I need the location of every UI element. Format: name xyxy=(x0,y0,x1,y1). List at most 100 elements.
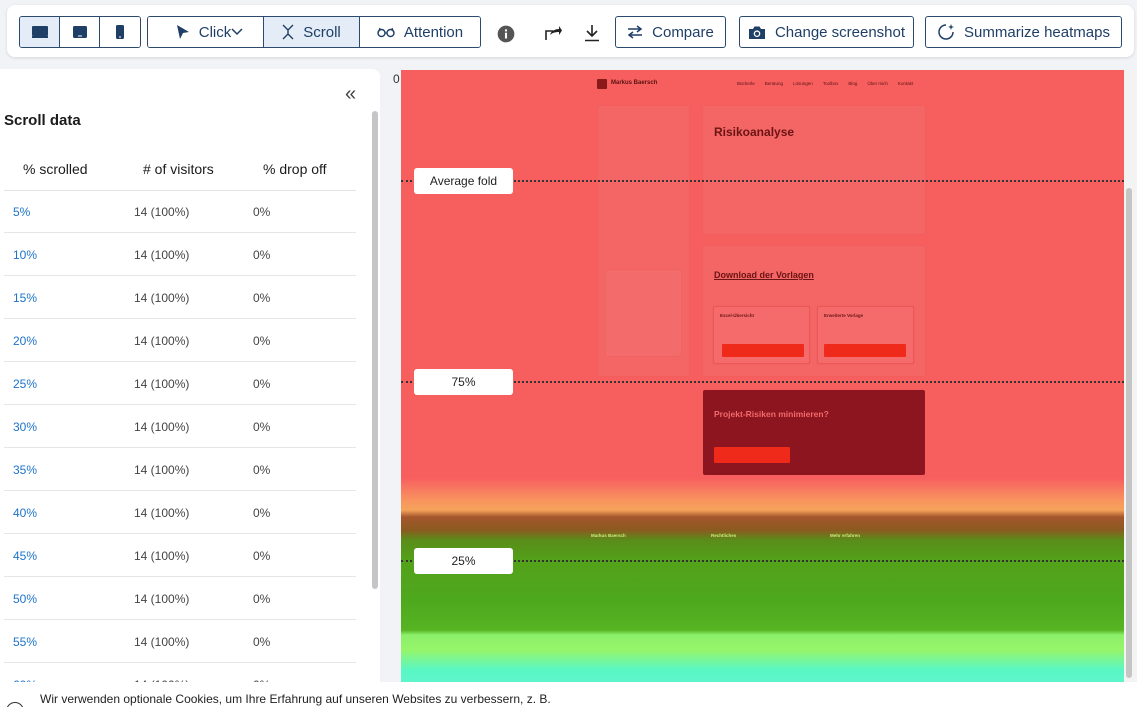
site-extended-card: Erweiterte Vorlage xyxy=(817,306,914,364)
row-drop-off: 0% xyxy=(253,592,271,606)
scroll-heatmap[interactable]: Markus Baersch Bücherle Beratung Lösunge… xyxy=(401,70,1124,682)
row-visitors: 14 (100%) xyxy=(134,463,190,477)
row-drop-off: 0% xyxy=(253,635,271,649)
row-visitors: 14 (100%) xyxy=(134,635,190,649)
row-visitors: 14 (100%) xyxy=(134,549,190,563)
site-cta-box: Projekt-Risiken minimieren? xyxy=(703,390,925,475)
site-nav-item: Beratung xyxy=(764,81,784,86)
table-row[interactable]: 15% 14 (100%) 0% xyxy=(4,276,356,319)
summarize-heatmaps-button[interactable]: Summarize heatmaps xyxy=(925,16,1122,48)
row-drop-off: 0% xyxy=(253,549,271,563)
site-nav: Bücherle Beratung Lösungen Toolbox Blog … xyxy=(737,81,913,86)
change-screenshot-label: Change screenshot xyxy=(774,23,906,41)
site-nav-item: Kontakt xyxy=(897,81,914,86)
desktop-button[interactable] xyxy=(20,17,60,47)
scroll-mode-label: Scroll xyxy=(303,23,341,41)
row-scrolled[interactable]: 20% xyxy=(13,334,37,348)
download-icon[interactable] xyxy=(583,24,601,42)
tablet-button[interactable] xyxy=(60,17,100,47)
panel-scrollbar[interactable] xyxy=(372,111,378,589)
table-row[interactable]: 50% 14 (100%) 0% xyxy=(4,577,356,620)
scroll-arrows-icon xyxy=(282,24,294,40)
mobile-button[interactable] xyxy=(100,17,140,47)
row-scrolled[interactable]: 45% xyxy=(13,549,37,563)
row-scrolled[interactable]: 55% xyxy=(13,635,37,649)
table-row[interactable]: 20% 14 (100%) 0% xyxy=(4,319,356,362)
row-scrolled[interactable]: 10% xyxy=(13,248,37,262)
site-excel-download xyxy=(722,344,804,357)
camera-icon xyxy=(748,26,765,39)
attention-mode-label: Attention xyxy=(403,23,464,41)
site-info-card xyxy=(606,270,681,356)
row-drop-off: 0% xyxy=(253,377,271,391)
site-cta-heading: Projekt-Risiken minimieren? xyxy=(714,409,829,419)
scroll-data-panel: « Scroll data % scrolled # of visitors %… xyxy=(0,69,380,689)
average-fold-tag: Average fold xyxy=(414,168,513,194)
site-download-heading: Download der Vorlagen xyxy=(714,270,814,280)
site-extended-download xyxy=(824,344,906,357)
site-brand: Markus Baersch xyxy=(611,80,658,86)
row-drop-off: 0% xyxy=(253,463,271,477)
site-download-card: Download der Vorlagen Excel-Übersicht Er… xyxy=(703,246,925,376)
table-row[interactable]: 45% 14 (100%) 0% xyxy=(4,534,356,577)
attention-mode-button[interactable]: Attention xyxy=(360,17,480,47)
row-visitors: 14 (100%) xyxy=(134,506,190,520)
collapse-panel-icon[interactable]: « xyxy=(345,83,356,106)
row-visitors: 14 (100%) xyxy=(134,592,190,606)
table-row[interactable]: 5% 14 (100%) 0% xyxy=(4,190,356,233)
heatmap-zero-label: 0 xyxy=(393,72,400,86)
table-row[interactable]: 55% 14 (100%) 0% xyxy=(4,620,356,663)
change-screenshot-button[interactable]: Change screenshot xyxy=(739,16,914,48)
row-scrolled[interactable]: 25% xyxy=(13,377,37,391)
row-scrolled[interactable]: 5% xyxy=(13,205,30,219)
table-row[interactable]: 25% 14 (100%) 0% xyxy=(4,362,356,405)
site-extended-title: Erweiterte Vorlage xyxy=(824,313,864,318)
site-excel-title: Excel-Übersicht xyxy=(720,313,755,318)
toolbar: Click Scroll Attention Compare Change sc… xyxy=(7,5,1134,57)
row-visitors: 14 (100%) xyxy=(134,291,190,305)
cookie-banner: Wir verwenden optionale Cookies, um Ihre… xyxy=(0,682,1137,707)
column-header-scrolled: % scrolled xyxy=(23,161,88,177)
share-icon[interactable] xyxy=(544,24,562,42)
row-scrolled[interactable]: 30% xyxy=(13,420,37,434)
compare-button[interactable]: Compare xyxy=(615,16,726,48)
row-scrolled[interactable]: 35% xyxy=(13,463,37,477)
site-article-card: Risikoanalyse xyxy=(703,106,925,234)
row-drop-off: 0% xyxy=(253,506,271,520)
site-nav-item: Bücherle xyxy=(737,81,755,86)
row-drop-off: 0% xyxy=(253,248,271,262)
row-scrolled[interactable]: 50% xyxy=(13,592,37,606)
row-drop-off: 0% xyxy=(253,420,271,434)
scroll-mode-button[interactable]: Scroll xyxy=(264,17,360,47)
table-row[interactable]: 40% 14 (100%) 0% xyxy=(4,491,356,534)
row-drop-off: 0% xyxy=(253,334,271,348)
site-footer-col: Mehr erfahren xyxy=(830,533,861,538)
desktop-icon xyxy=(31,26,48,38)
table-row[interactable]: 35% 14 (100%) 0% xyxy=(4,448,356,491)
site-footer-col: Rechtliches xyxy=(711,533,737,538)
heatmap-mode-switcher: Click Scroll Attention xyxy=(147,16,481,48)
cookie-icon xyxy=(6,702,24,707)
table-row[interactable]: 10% 14 (100%) 0% xyxy=(4,233,356,276)
site-cta-button xyxy=(714,447,790,463)
table-row[interactable]: 30% 14 (100%) 0% xyxy=(4,405,356,448)
row-scrolled[interactable]: 40% xyxy=(13,506,37,520)
cursor-icon xyxy=(176,25,189,39)
row-scrolled[interactable]: 15% xyxy=(13,291,37,305)
cookie-text: Wir verwenden optionale Cookies, um Ihre… xyxy=(40,692,551,706)
device-switcher xyxy=(19,16,141,48)
site-nav-item: Toolbox xyxy=(822,81,839,86)
column-header-drop-off: % drop off xyxy=(263,161,327,177)
site-excel-card: Excel-Übersicht xyxy=(713,306,810,364)
row-drop-off: 0% xyxy=(253,291,271,305)
click-mode-label: Click xyxy=(198,23,232,41)
column-header-visitors: # of visitors xyxy=(143,161,214,177)
chevron-down-icon[interactable] xyxy=(231,28,243,36)
info-icon[interactable] xyxy=(497,25,515,43)
mobile-icon xyxy=(116,25,124,39)
fold-tag-25: 25% xyxy=(414,548,513,574)
table-header: % scrolled # of visitors % drop off xyxy=(4,161,356,191)
click-mode-button[interactable]: Click xyxy=(148,17,264,47)
heatmap-scrollbar[interactable] xyxy=(1126,188,1132,678)
row-drop-off: 0% xyxy=(253,205,271,219)
